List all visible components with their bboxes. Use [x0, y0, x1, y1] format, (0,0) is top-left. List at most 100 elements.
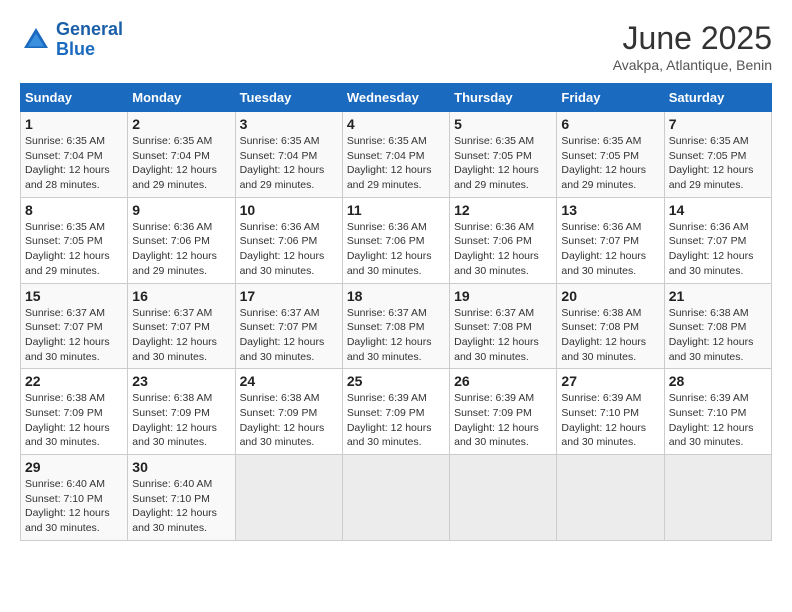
- day-info: Sunrise: 6:39 AMSunset: 7:09 PMDaylight:…: [454, 391, 552, 450]
- col-saturday: Saturday: [664, 84, 771, 112]
- logo-line1: General: [56, 19, 123, 39]
- day-info: Sunrise: 6:38 AMSunset: 7:08 PMDaylight:…: [669, 306, 767, 365]
- day-info: Sunrise: 6:36 AMSunset: 7:06 PMDaylight:…: [454, 220, 552, 279]
- location-subtitle: Avakpa, Atlantique, Benin: [613, 57, 772, 73]
- day-number: 8: [25, 202, 123, 218]
- table-row: 23 Sunrise: 6:38 AMSunset: 7:09 PMDayligh…: [128, 369, 235, 455]
- table-row: 15 Sunrise: 6:37 AMSunset: 7:07 PMDayligh…: [21, 283, 128, 369]
- page-header: General Blue June 2025 Avakpa, Atlantiqu…: [20, 20, 772, 73]
- col-wednesday: Wednesday: [342, 84, 449, 112]
- day-number: 14: [669, 202, 767, 218]
- day-number: 23: [132, 373, 230, 389]
- day-info: Sunrise: 6:37 AMSunset: 7:07 PMDaylight:…: [240, 306, 338, 365]
- logo-line2: Blue: [56, 39, 95, 59]
- table-row: 8Sunrise: 6:35 AMSunset: 7:05 PMDaylight…: [21, 197, 128, 283]
- day-number: 18: [347, 288, 445, 304]
- day-number: 11: [347, 202, 445, 218]
- table-row: 16 Sunrise: 6:37 AMSunset: 7:07 PMDayligh…: [128, 283, 235, 369]
- day-info: Sunrise: 6:36 AMSunset: 7:07 PMDaylight:…: [669, 220, 767, 279]
- day-number: 25: [347, 373, 445, 389]
- table-row: [664, 455, 771, 541]
- logo-icon: [20, 24, 52, 56]
- day-number: 26: [454, 373, 552, 389]
- day-info: Sunrise: 6:37 AMSunset: 7:07 PMDaylight:…: [132, 306, 230, 365]
- day-number: 15: [25, 288, 123, 304]
- table-row: 20 Sunrise: 6:38 AMSunset: 7:08 PMDayligh…: [557, 283, 664, 369]
- day-info: Sunrise: 6:35 AMSunset: 7:05 PMDaylight:…: [561, 134, 659, 193]
- day-number: 1: [25, 116, 123, 132]
- table-row: 13Sunrise: 6:36 AMSunset: 7:07 PMDayligh…: [557, 197, 664, 283]
- table-row: 29 Sunrise: 6:40 AMSunset: 7:10 PMDayligh…: [21, 455, 128, 541]
- calendar-body: 1 Sunrise: 6:35 AMSunset: 7:04 PMDaylight…: [21, 112, 772, 541]
- logo: General Blue: [20, 20, 123, 60]
- day-info: Sunrise: 6:39 AMSunset: 7:09 PMDaylight:…: [347, 391, 445, 450]
- day-info: Sunrise: 6:38 AMSunset: 7:08 PMDaylight:…: [561, 306, 659, 365]
- table-row: [450, 455, 557, 541]
- day-info: Sunrise: 6:35 AMSunset: 7:04 PMDaylight:…: [25, 134, 123, 193]
- table-row: 24 Sunrise: 6:38 AMSunset: 7:09 PMDayligh…: [235, 369, 342, 455]
- day-number: 6: [561, 116, 659, 132]
- table-row: 17Sunrise: 6:37 AMSunset: 7:07 PMDayligh…: [235, 283, 342, 369]
- month-title: June 2025: [613, 20, 772, 57]
- logo-text: General Blue: [56, 20, 123, 60]
- day-info: Sunrise: 6:35 AMSunset: 7:05 PMDaylight:…: [454, 134, 552, 193]
- day-info: Sunrise: 6:36 AMSunset: 7:06 PMDaylight:…: [132, 220, 230, 279]
- table-row: 25 Sunrise: 6:39 AMSunset: 7:09 PMDayligh…: [342, 369, 449, 455]
- table-row: 7 Sunrise: 6:35 AMSunset: 7:05 PMDaylight…: [664, 112, 771, 198]
- day-info: Sunrise: 6:35 AMSunset: 7:04 PMDaylight:…: [347, 134, 445, 193]
- day-info: Sunrise: 6:36 AMSunset: 7:06 PMDaylight:…: [240, 220, 338, 279]
- table-row: 27 Sunrise: 6:39 AMSunset: 7:10 PMDayligh…: [557, 369, 664, 455]
- day-number: 16: [132, 288, 230, 304]
- day-number: 10: [240, 202, 338, 218]
- table-row: 26 Sunrise: 6:39 AMSunset: 7:09 PMDayligh…: [450, 369, 557, 455]
- day-info: Sunrise: 6:37 AMSunset: 7:08 PMDaylight:…: [347, 306, 445, 365]
- table-row: 11 Sunrise: 6:36 AMSunset: 7:06 PMDayligh…: [342, 197, 449, 283]
- table-row: 21 Sunrise: 6:38 AMSunset: 7:08 PMDayligh…: [664, 283, 771, 369]
- table-row: 10 Sunrise: 6:36 AMSunset: 7:06 PMDayligh…: [235, 197, 342, 283]
- day-info: Sunrise: 6:35 AMSunset: 7:04 PMDaylight:…: [132, 134, 230, 193]
- table-row: 2 Sunrise: 6:35 AMSunset: 7:04 PMDaylight…: [128, 112, 235, 198]
- table-row: 5 Sunrise: 6:35 AMSunset: 7:05 PMDaylight…: [450, 112, 557, 198]
- day-number: 29: [25, 459, 123, 475]
- day-number: 20: [561, 288, 659, 304]
- table-row: 22Sunrise: 6:38 AMSunset: 7:09 PMDayligh…: [21, 369, 128, 455]
- day-info: Sunrise: 6:36 AMSunset: 7:06 PMDaylight:…: [347, 220, 445, 279]
- day-number: 13: [561, 202, 659, 218]
- table-row: 1 Sunrise: 6:35 AMSunset: 7:04 PMDaylight…: [21, 112, 128, 198]
- day-number: 4: [347, 116, 445, 132]
- day-number: 9: [132, 202, 230, 218]
- table-row: 14 Sunrise: 6:36 AMSunset: 7:07 PMDayligh…: [664, 197, 771, 283]
- col-tuesday: Tuesday: [235, 84, 342, 112]
- table-row: 9 Sunrise: 6:36 AMSunset: 7:06 PMDaylight…: [128, 197, 235, 283]
- day-info: Sunrise: 6:38 AMSunset: 7:09 PMDaylight:…: [132, 391, 230, 450]
- day-info: Sunrise: 6:40 AMSunset: 7:10 PMDaylight:…: [25, 477, 123, 536]
- table-row: [557, 455, 664, 541]
- day-info: Sunrise: 6:39 AMSunset: 7:10 PMDaylight:…: [669, 391, 767, 450]
- day-number: 2: [132, 116, 230, 132]
- day-number: 30: [132, 459, 230, 475]
- day-info: Sunrise: 6:40 AMSunset: 7:10 PMDaylight:…: [132, 477, 230, 536]
- table-row: 6 Sunrise: 6:35 AMSunset: 7:05 PMDaylight…: [557, 112, 664, 198]
- day-info: Sunrise: 6:37 AMSunset: 7:07 PMDaylight:…: [25, 306, 123, 365]
- day-number: 24: [240, 373, 338, 389]
- title-block: June 2025 Avakpa, Atlantique, Benin: [613, 20, 772, 73]
- day-number: 22: [25, 373, 123, 389]
- calendar-table: Sunday Monday Tuesday Wednesday Thursday…: [20, 83, 772, 541]
- table-row: 18 Sunrise: 6:37 AMSunset: 7:08 PMDayligh…: [342, 283, 449, 369]
- day-info: Sunrise: 6:37 AMSunset: 7:08 PMDaylight:…: [454, 306, 552, 365]
- day-info: Sunrise: 6:38 AMSunset: 7:09 PMDaylight:…: [240, 391, 338, 450]
- day-number: 5: [454, 116, 552, 132]
- col-thursday: Thursday: [450, 84, 557, 112]
- day-number: 12: [454, 202, 552, 218]
- table-row: 3Sunrise: 6:35 AMSunset: 7:04 PMDaylight…: [235, 112, 342, 198]
- day-info: Sunrise: 6:39 AMSunset: 7:10 PMDaylight:…: [561, 391, 659, 450]
- table-row: 28 Sunrise: 6:39 AMSunset: 7:10 PMDayligh…: [664, 369, 771, 455]
- day-number: 7: [669, 116, 767, 132]
- table-row: 19Sunrise: 6:37 AMSunset: 7:08 PMDayligh…: [450, 283, 557, 369]
- day-info: Sunrise: 6:35 AMSunset: 7:05 PMDaylight:…: [669, 134, 767, 193]
- day-number: 27: [561, 373, 659, 389]
- table-row: [342, 455, 449, 541]
- calendar-header: Sunday Monday Tuesday Wednesday Thursday…: [21, 84, 772, 112]
- day-number: 28: [669, 373, 767, 389]
- day-number: 21: [669, 288, 767, 304]
